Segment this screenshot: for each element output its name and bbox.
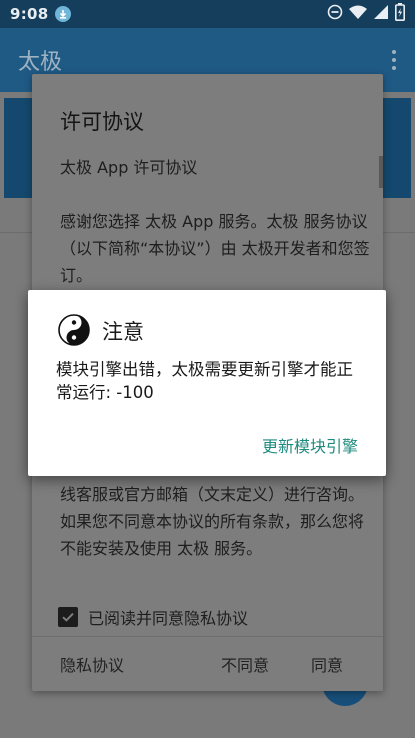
notice-dialog-title: 注意 xyxy=(102,320,144,344)
agree-privacy-checkbox-row[interactable]: 已阅读并同意隐私协议 xyxy=(58,605,248,629)
dnd-icon xyxy=(327,4,343,24)
wifi-icon xyxy=(349,4,367,24)
license-dialog-title: 许可协议 xyxy=(60,110,144,134)
agree-privacy-label: 已阅读并同意隐私协议 xyxy=(88,609,249,628)
privacy-policy-button[interactable]: 隐私协议 xyxy=(60,652,124,676)
agree-button[interactable]: 同意 xyxy=(311,652,343,676)
notice-dialog: 注意 模块引擎出错，太极需要更新引擎才能正常运行: -100 更新模块引擎 xyxy=(28,290,386,476)
status-bar: 9:08 xyxy=(0,0,415,28)
license-paragraph-1: 感谢您选择 太极 App 服务。太极 服务协议（以下简称“本协议”）由 太极开发… xyxy=(60,212,370,285)
yin-yang-icon xyxy=(58,314,90,346)
license-scrollbar[interactable] xyxy=(379,156,383,188)
checkbox-checked-icon[interactable] xyxy=(58,607,78,627)
battery-icon xyxy=(395,3,405,25)
license-heading: 太极 App 许可协议 xyxy=(60,158,198,177)
signal-icon xyxy=(373,4,389,24)
download-icon xyxy=(54,6,71,22)
notice-dialog-message: 模块引擎出错，太极需要更新引擎才能正常运行: -100 xyxy=(56,360,353,402)
app-title: 太极 xyxy=(18,50,63,75)
status-time: 9:08 xyxy=(10,5,49,23)
disagree-button[interactable]: 不同意 xyxy=(221,652,269,676)
license-button-divider xyxy=(32,636,383,637)
more-vert-icon[interactable] xyxy=(391,50,397,70)
update-engine-button[interactable]: 更新模块引擎 xyxy=(262,433,358,457)
